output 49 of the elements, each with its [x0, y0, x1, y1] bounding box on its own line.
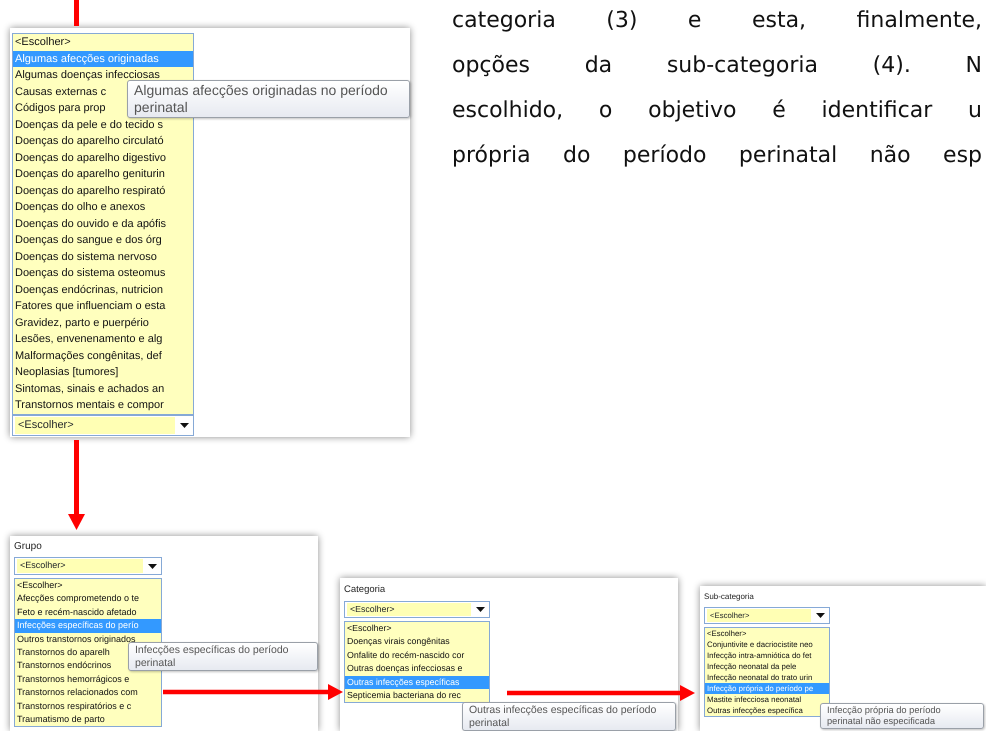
paragraph-line: escolhido, o objetivo é identificar u	[452, 97, 982, 125]
list-option[interactable]: Transtornos respiratórios e c	[15, 700, 161, 713]
list-option[interactable]: Doenças virais congênitas	[345, 635, 489, 649]
list-option[interactable]: Afecções comprometendo o te	[15, 592, 161, 606]
list-option[interactable]: Doenças do ouvido e da apófis	[13, 216, 193, 232]
caret-icon	[148, 564, 157, 568]
dropdown[interactable]: <Escolher>	[12, 414, 194, 436]
field-label: Grupo	[14, 540, 42, 554]
paragraph-line: opções da sub-categoria (4). N	[452, 52, 982, 80]
tooltip: Algumas afecções originadas no período perinatal	[127, 80, 410, 118]
list-option[interactable]: Lesões, envenenamento e alg	[13, 331, 193, 348]
list-option[interactable]: Feto e recém-nascido afetado	[15, 606, 161, 620]
list-option[interactable]: Outras doenças infecciosas e	[345, 662, 489, 676]
list-option[interactable]: Septicemia bacteriana do rec	[345, 688, 489, 702]
list-option[interactable]: <Escolher>	[13, 34, 193, 50]
list-option[interactable]: Transtornos mentais e compor	[13, 397, 193, 414]
list-option[interactable]: Doenças endócrinas, nutricion	[13, 282, 193, 298]
caret-icon	[476, 607, 485, 612]
list-option[interactable]: Doenças do sistema osteomus	[13, 265, 193, 282]
tooltip: Infecção própria do período perinatal não especificada	[820, 703, 984, 730]
dropdown[interactable]: <Escolher>	[344, 601, 490, 618]
list-option[interactable]: Doenças do aparelho geniturin	[13, 166, 193, 182]
tooltip: Infecções específicas do período perinatal	[128, 642, 318, 672]
list-option[interactable]: Transtornos hemorrágicos e	[15, 672, 161, 686]
list-option[interactable]: Doenças do aparelho digestivo	[13, 150, 193, 166]
list-option[interactable]: Gravidez, parto e puerpério	[13, 314, 193, 331]
caret-icon	[180, 423, 189, 428]
list-option[interactable]: Doenças da pele e do tecido s	[13, 116, 193, 133]
list-option[interactable]: Doenças do aparelho circulató	[13, 133, 193, 150]
field-label: Sub-categoria	[704, 591, 754, 603]
dropdown[interactable]: <Escolher>	[14, 557, 162, 575]
list-option[interactable]: Sintomas, sinais e achados an	[13, 380, 193, 397]
list-option[interactable]: Malformações congênitas, def	[13, 348, 193, 364]
list-option[interactable]: Doenças do aparelho respirató	[13, 182, 193, 199]
list-option[interactable]: Onfalite do recém-nascido cor	[345, 648, 489, 662]
list-option[interactable]: Doenças do sangue e dos órg	[13, 232, 193, 248]
list-option[interactable]: Neoplasias [tumores]	[13, 364, 193, 380]
field-label: Categoria	[344, 583, 386, 597]
list-option[interactable]: Transtornos relacionados com	[15, 686, 161, 700]
list-option[interactable]: <Escolher>	[345, 622, 489, 636]
caret-icon	[816, 613, 825, 618]
paragraph-line: categoria (3) e esta, finalmente,	[452, 7, 982, 35]
list-option[interactable]: Doenças do sistema nervoso	[13, 248, 193, 265]
list-option[interactable]: Fatores que influenciam o esta	[13, 298, 193, 314]
list-option[interactable]: Doenças do olho e anexos	[13, 199, 193, 216]
list-option[interactable]: <Escolher>	[15, 579, 161, 592]
list-option[interactable]: Traumatismo de parto	[15, 712, 161, 726]
tooltip: Outras infecções específicas do período perinatal	[462, 702, 676, 731]
paragraph-line: própria do período perinatal não esp	[452, 142, 982, 170]
